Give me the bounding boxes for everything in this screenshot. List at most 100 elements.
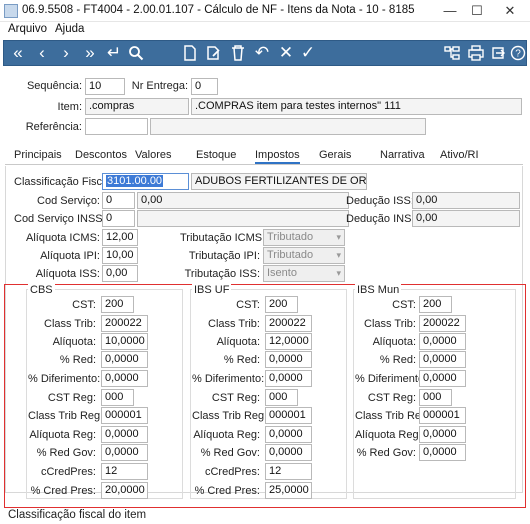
referencia-label: Referência: <box>25 121 82 133</box>
aliquota-icms-field[interactable]: 12,00 <box>102 229 138 246</box>
deducao-inss-field: 0,00 <box>412 210 520 227</box>
ibsuf-class-trib-reg-field[interactable]: 000001 <box>265 407 312 424</box>
cbs-class-trib-reg-field[interactable]: 000001 <box>101 407 148 424</box>
referencia-field[interactable] <box>85 118 148 135</box>
tab-estoque[interactable]: Estoque <box>196 149 236 161</box>
aliquota-iss-field[interactable]: 0,00 <box>102 265 138 282</box>
ibsuf-aliquota-reg-field[interactable]: 0,0000 <box>265 426 312 443</box>
ibsmun-cst-field[interactable]: 200 <box>419 296 452 313</box>
ibsmun-class-trib-reg-field[interactable]: 000001 <box>419 407 466 424</box>
ibsmun-cst-reg-field[interactable]: 000 <box>419 389 452 406</box>
ibsuf-cst-field[interactable]: 200 <box>265 296 298 313</box>
cbs-title: CBS <box>28 284 55 296</box>
item-code-field[interactable]: .compras <box>85 98 189 115</box>
ibsmun-red-gov-field[interactable]: 0,0000 <box>419 444 466 461</box>
cod-servico-inss-field[interactable]: 0 <box>102 210 135 227</box>
ibsuf-red-field[interactable]: 0,0000 <box>265 351 312 368</box>
cbs-cred-pres-field[interactable]: 20,0000 <box>101 482 148 499</box>
confirm-icon[interactable]: ✓ <box>298 43 318 63</box>
cbs-aliquota-reg-label: Alíquota Reg: <box>29 429 96 441</box>
ibsmun-red-gov-label: % Red Gov: <box>356 447 416 459</box>
ibsuf-aliquota-field[interactable]: 12,0000 <box>265 333 312 350</box>
menu-arquivo[interactable]: Arquivo <box>8 23 47 35</box>
app-icon <box>4 4 18 18</box>
tab-narrativa[interactable]: Narrativa <box>380 149 425 161</box>
tree-icon[interactable] <box>442 43 462 63</box>
status-text: Classificação fiscal do item <box>8 509 147 521</box>
tab-gerais[interactable]: Gerais <box>319 149 351 161</box>
cbs-ccredpres-field[interactable]: 12 <box>101 463 148 480</box>
cancel-icon[interactable]: ✕ <box>276 43 296 63</box>
classificacao-fiscal-label: Classificação Fiscal: <box>14 176 114 188</box>
first-record-icon[interactable]: « <box>8 43 28 63</box>
help-icon[interactable]: ? <box>508 43 528 63</box>
cbs-red-field[interactable]: 0,0000 <box>101 351 148 368</box>
print-icon[interactable] <box>466 43 486 63</box>
tributacao-icms-select: Tributado ▾ <box>263 229 345 246</box>
ibsmun-red-field[interactable]: 0,0000 <box>419 351 466 368</box>
cbs-cst-field[interactable]: 200 <box>101 296 134 313</box>
export-icon[interactable] <box>488 43 508 63</box>
cbs-class-trib-label: Class Trib: <box>44 318 96 330</box>
chevron-down-icon: ▾ <box>336 232 341 242</box>
ibsuf-red-gov-field[interactable]: 0,0000 <box>265 444 312 461</box>
tab-valores[interactable]: Valores <box>135 149 171 161</box>
ibsuf-cred-pres-label: % Cred Pres: <box>194 485 260 497</box>
item-label: Item: <box>57 101 82 113</box>
nr-entrega-label: Nr Entrega: <box>131 80 188 92</box>
ibsuf-class-trib-reg-label: Class Trib Reg: <box>192 410 268 422</box>
next-record-icon[interactable]: › <box>56 43 76 63</box>
cbs-red-gov-field[interactable]: 0,0000 <box>101 444 148 461</box>
minimize-button[interactable]: — <box>440 2 460 20</box>
tab-descontos[interactable]: Descontos <box>75 149 127 161</box>
sequencia-label: Sequência: <box>26 80 82 92</box>
svg-text:?: ? <box>515 49 521 60</box>
menu-ajuda[interactable]: Ajuda <box>55 23 84 35</box>
maximize-button[interactable]: ☐ <box>467 2 487 20</box>
title-bar: 06.9.5508 - FT4004 - 2.00.01.107 - Cálcu… <box>0 0 530 22</box>
tab-ativo-ri[interactable]: Ativo/RI <box>440 149 479 161</box>
close-window-button[interactable]: ✕ <box>500 2 520 20</box>
new-document-icon[interactable] <box>180 43 200 63</box>
classificacao-fiscal-field[interactable]: 3101.00.00 <box>102 173 189 190</box>
cbs-class-trib-field[interactable]: 200022 <box>101 315 148 332</box>
toolbar: « ‹ › » ↵ ↶ ✕ ✓ ? <box>3 40 527 66</box>
ibsmun-class-trib-field[interactable]: 200022 <box>419 315 466 332</box>
delete-icon[interactable] <box>228 43 248 63</box>
ibsmun-diferimento-field[interactable]: 0,0000 <box>419 370 466 387</box>
ibsuf-cst-reg-field[interactable]: 000 <box>265 389 298 406</box>
cbs-cst-reg-field[interactable]: 000 <box>101 389 134 406</box>
goto-record-icon[interactable]: ↵ <box>104 43 124 63</box>
tab-principais[interactable]: Principais <box>14 149 62 161</box>
undo-icon[interactable]: ↶ <box>252 43 272 63</box>
previous-record-icon[interactable]: ‹ <box>32 43 52 63</box>
tributacao-iss-label: Tributação ISS: <box>184 268 260 280</box>
cbs-aliquota-reg-field[interactable]: 0,0000 <box>101 426 148 443</box>
ibsmun-aliquota-reg-field[interactable]: 0,0000 <box>419 426 466 443</box>
ibs-uf-title: IBS UF <box>192 284 232 296</box>
sequencia-field[interactable]: 10 <box>85 78 125 95</box>
cbs-aliquota-field[interactable]: 10,0000 <box>101 333 148 350</box>
chevron-down-icon: ▾ <box>336 250 341 260</box>
ibsmun-aliquota-field[interactable]: 0,0000 <box>419 333 466 350</box>
search-icon[interactable] <box>126 43 146 63</box>
deducao-inss-label: Dedução INSS: <box>346 213 422 225</box>
ibsuf-cred-pres-field[interactable]: 25,0000 <box>265 482 312 499</box>
edit-document-icon[interactable] <box>204 43 224 63</box>
tributacao-ipi-label: Tributação IPI: <box>188 250 260 262</box>
cbs-red-label: % Red: <box>59 354 96 366</box>
nr-entrega-field[interactable]: 0 <box>191 78 218 95</box>
cod-servico-inss-label: Cod Serviço INSS: <box>14 213 106 225</box>
tributacao-icms-label: Tributação ICMS: <box>180 232 266 244</box>
cbs-diferimento-field[interactable]: 0,0000 <box>101 370 148 387</box>
last-record-icon[interactable]: » <box>80 43 100 63</box>
cod-servico-field[interactable]: 0 <box>102 192 135 209</box>
ibsuf-ccredpres-field[interactable]: 12 <box>265 463 312 480</box>
cod-servico-value-field: 0,00 <box>137 192 349 209</box>
tab-impostos[interactable]: Impostos <box>255 149 300 164</box>
ibsuf-class-trib-field[interactable]: 200022 <box>265 315 312 332</box>
aliquota-ipi-field[interactable]: 10,00 <box>102 247 138 264</box>
item-description-field: .COMPRAS item para testes internos" 111 <box>191 98 522 115</box>
ibsuf-diferimento-field[interactable]: 0,0000 <box>265 370 312 387</box>
menu-bar: Arquivo Ajuda <box>0 22 530 38</box>
